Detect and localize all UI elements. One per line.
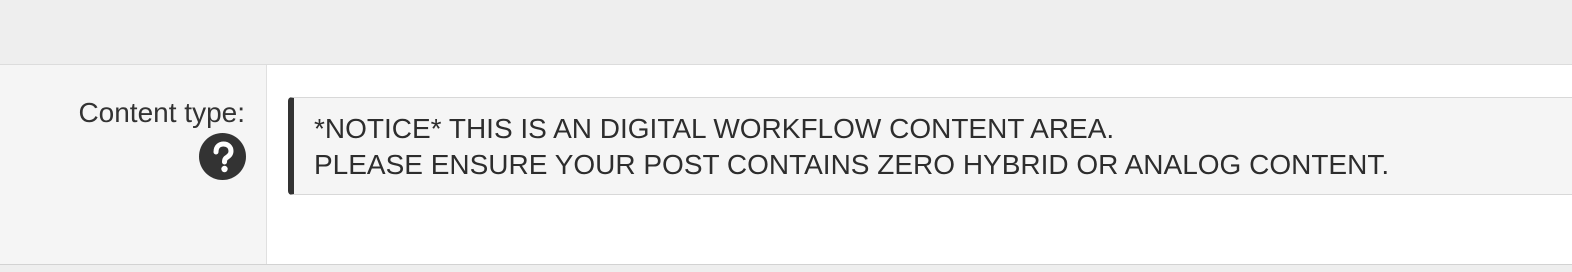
question-circle-icon[interactable]: [199, 133, 246, 180]
notice-line-1: *NOTICE* THIS IS AN DIGITAL WORKFLOW CON…: [314, 113, 1115, 144]
content-type-label: Content type:: [78, 97, 245, 128]
notice-line-2: PLEASE ENSURE YOUR POST CONTAINS ZERO HY…: [314, 149, 1390, 180]
notice-box: *NOTICE* THIS IS AN DIGITAL WORKFLOW CON…: [288, 97, 1572, 195]
question-mark-glyph: [213, 140, 234, 172]
content-cell: *NOTICE* THIS IS AN DIGITAL WORKFLOW CON…: [267, 65, 1572, 264]
label-cell: Content type:: [0, 65, 267, 264]
content-type-row: Content type: *NOTICE* THIS IS AN DIGITA…: [0, 64, 1572, 265]
top-band: [0, 0, 1572, 64]
